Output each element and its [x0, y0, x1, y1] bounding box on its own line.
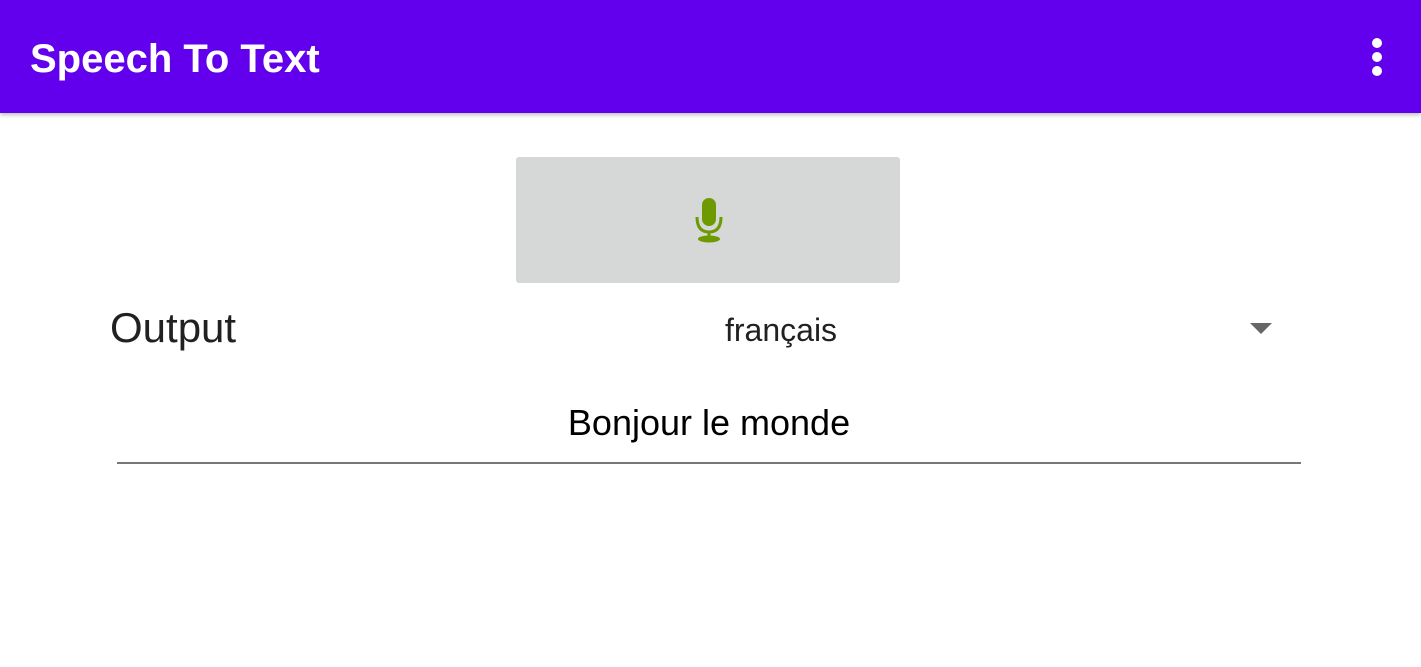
- language-select[interactable]: français: [710, 300, 1290, 358]
- app-bar: Speech To Text: [0, 0, 1421, 113]
- microphone-icon: [695, 198, 723, 243]
- language-select-value: français: [725, 312, 838, 348]
- more-vertical-icon: [1372, 38, 1382, 76]
- overflow-menu-button[interactable]: [1355, 34, 1399, 80]
- result-text: Bonjour le monde: [567, 402, 851, 443]
- result-text-field[interactable]: Bonjour le monde: [117, 392, 1301, 464]
- output-label: Output: [110, 304, 237, 351]
- app-title: Speech To Text: [30, 37, 320, 81]
- dropdown-arrow-icon: [1250, 323, 1272, 334]
- record-button[interactable]: [516, 157, 900, 283]
